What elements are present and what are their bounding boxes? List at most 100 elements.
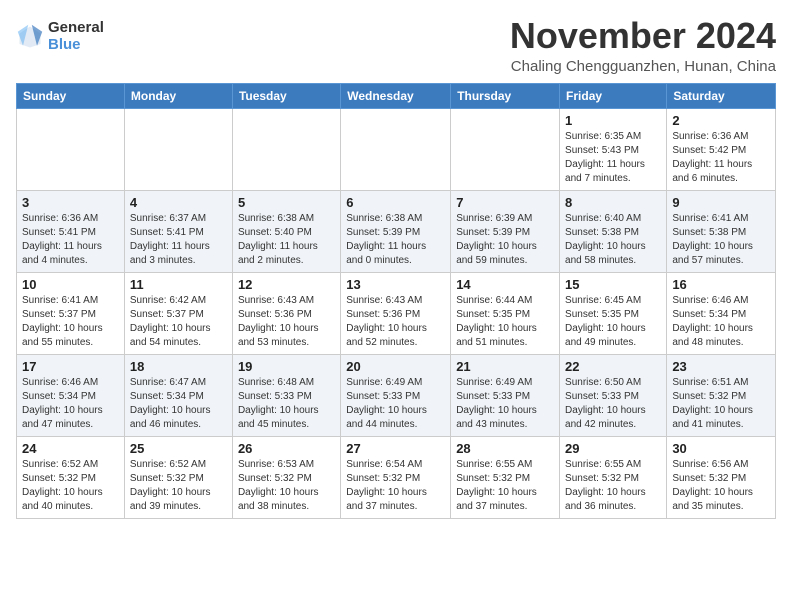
calendar-cell <box>17 108 125 190</box>
calendar-cell: 27 Sunrise: 6:54 AM Sunset: 5:32 PM Dayli… <box>341 436 451 518</box>
day-number: 12 <box>238 277 335 292</box>
day-info: Sunrise: 6:54 AM Sunset: 5:32 PM Dayligh… <box>346 458 445 514</box>
day-info: Sunrise: 6:39 AM Sunset: 5:39 PM Dayligh… <box>456 212 554 268</box>
calendar-cell: 17Sunrise: 6:46 AM Sunset: 5:34 PM Dayli… <box>17 354 125 436</box>
day-info: Sunrise: 6:52 AM Sunset: 5:32 PM Dayligh… <box>130 458 227 514</box>
location: Chaling Chengguanzhen, Hunan, China <box>510 58 776 75</box>
calendar-week: 10Sunrise: 6:41 AM Sunset: 5:37 PM Dayli… <box>17 272 776 354</box>
weekday-header: Sunday <box>17 83 125 108</box>
day-info: Sunrise: 6:36 AM Sunset: 5:41 PM Dayligh… <box>22 212 119 268</box>
day-number: 4 <box>130 195 227 210</box>
calendar: SundayMondayTuesdayWednesdayThursdayFrid… <box>16 83 776 519</box>
day-info: Sunrise: 6:44 AM Sunset: 5:35 PM Dayligh… <box>456 294 554 350</box>
calendar-cell: 26 Sunrise: 6:53 AM Sunset: 5:32 PM Dayli… <box>232 436 340 518</box>
day-info: Sunrise: 6:48 AM Sunset: 5:33 PM Dayligh… <box>238 376 335 432</box>
weekday-header: Tuesday <box>232 83 340 108</box>
calendar-cell: 1Sunrise: 6:35 AM Sunset: 5:43 PM Daylig… <box>560 108 667 190</box>
day-info: Sunrise: 6:49 AM Sunset: 5:33 PM Dayligh… <box>346 376 445 432</box>
day-info: Sunrise: 6:47 AM Sunset: 5:34 PM Dayligh… <box>130 376 227 432</box>
logo: General Blue <box>16 20 104 53</box>
day-number: 28 <box>456 441 554 456</box>
day-info: Sunrise: 6:52 AM Sunset: 5:32 PM Dayligh… <box>22 458 119 514</box>
day-info: Sunrise: 6:51 AM Sunset: 5:32 PM Dayligh… <box>672 376 770 432</box>
day-number: 29 <box>565 441 661 456</box>
calendar-cell: 29 Sunrise: 6:55 AM Sunset: 5:32 PM Dayli… <box>560 436 667 518</box>
day-info: Sunrise: 6:45 AM Sunset: 5:35 PM Dayligh… <box>565 294 661 350</box>
calendar-cell <box>124 108 232 190</box>
day-info: Sunrise: 6:40 AM Sunset: 5:38 PM Dayligh… <box>565 212 661 268</box>
calendar-cell: 20 Sunrise: 6:49 AM Sunset: 5:33 PM Dayli… <box>341 354 451 436</box>
day-number: 2 <box>672 113 770 128</box>
calendar-cell <box>232 108 340 190</box>
day-number: 20 <box>346 359 445 374</box>
page-header: General Blue November 2024 Chaling Cheng… <box>16 16 776 75</box>
day-number: 16 <box>672 277 770 292</box>
calendar-cell: 28 Sunrise: 6:55 AM Sunset: 5:32 PM Dayli… <box>451 436 560 518</box>
day-number: 13 <box>346 277 445 292</box>
calendar-cell: 7 Sunrise: 6:39 AM Sunset: 5:39 PM Daylig… <box>451 190 560 272</box>
logo-general: General <box>48 20 104 37</box>
day-number: 6 <box>346 195 445 210</box>
day-info: Sunrise: 6:55 AM Sunset: 5:32 PM Dayligh… <box>456 458 554 514</box>
calendar-cell: 24 Sunrise: 6:52 AM Sunset: 5:32 PM Dayli… <box>17 436 125 518</box>
day-number: 7 <box>456 195 554 210</box>
day-number: 18 <box>130 359 227 374</box>
calendar-cell: 8 Sunrise: 6:40 AM Sunset: 5:38 PM Daylig… <box>560 190 667 272</box>
calendar-cell: 19 Sunrise: 6:48 AM Sunset: 5:33 PM Dayli… <box>232 354 340 436</box>
day-number: 8 <box>565 195 661 210</box>
month-title: November 2024 <box>510 16 776 56</box>
weekday-header-row: SundayMondayTuesdayWednesdayThursdayFrid… <box>17 83 776 108</box>
calendar-cell <box>451 108 560 190</box>
calendar-cell: 2 Sunrise: 6:36 AM Sunset: 5:42 PM Daylig… <box>667 108 776 190</box>
logo-icon <box>16 23 44 51</box>
calendar-cell: 22 Sunrise: 6:50 AM Sunset: 5:33 PM Dayli… <box>560 354 667 436</box>
day-info: Sunrise: 6:49 AM Sunset: 5:33 PM Dayligh… <box>456 376 554 432</box>
day-number: 19 <box>238 359 335 374</box>
day-info: Sunrise: 6:53 AM Sunset: 5:32 PM Dayligh… <box>238 458 335 514</box>
weekday-header: Friday <box>560 83 667 108</box>
day-number: 14 <box>456 277 554 292</box>
day-number: 26 <box>238 441 335 456</box>
calendar-cell: 11Sunrise: 6:42 AM Sunset: 5:37 PM Dayli… <box>124 272 232 354</box>
day-number: 27 <box>346 441 445 456</box>
calendar-cell: 3 Sunrise: 6:36 AM Sunset: 5:41 PM Daylig… <box>17 190 125 272</box>
weekday-header: Saturday <box>667 83 776 108</box>
title-block: November 2024 Chaling Chengguanzhen, Hun… <box>510 16 776 75</box>
weekday-header: Thursday <box>451 83 560 108</box>
weekday-header: Monday <box>124 83 232 108</box>
day-number: 23 <box>672 359 770 374</box>
calendar-week: 17Sunrise: 6:46 AM Sunset: 5:34 PM Dayli… <box>17 354 776 436</box>
calendar-week: 1Sunrise: 6:35 AM Sunset: 5:43 PM Daylig… <box>17 108 776 190</box>
calendar-cell: 9 Sunrise: 6:41 AM Sunset: 5:38 PM Daylig… <box>667 190 776 272</box>
day-info: Sunrise: 6:46 AM Sunset: 5:34 PM Dayligh… <box>672 294 770 350</box>
day-info: Sunrise: 6:50 AM Sunset: 5:33 PM Dayligh… <box>565 376 661 432</box>
day-info: Sunrise: 6:41 AM Sunset: 5:38 PM Dayligh… <box>672 212 770 268</box>
calendar-cell: 25 Sunrise: 6:52 AM Sunset: 5:32 PM Dayli… <box>124 436 232 518</box>
day-number: 9 <box>672 195 770 210</box>
calendar-cell: 12Sunrise: 6:43 AM Sunset: 5:36 PM Dayli… <box>232 272 340 354</box>
day-number: 10 <box>22 277 119 292</box>
calendar-cell: 10Sunrise: 6:41 AM Sunset: 5:37 PM Dayli… <box>17 272 125 354</box>
day-number: 24 <box>22 441 119 456</box>
logo-blue: Blue <box>48 37 104 54</box>
calendar-cell: 18 Sunrise: 6:47 AM Sunset: 5:34 PM Dayli… <box>124 354 232 436</box>
day-number: 22 <box>565 359 661 374</box>
calendar-cell: 23 Sunrise: 6:51 AM Sunset: 5:32 PM Dayli… <box>667 354 776 436</box>
calendar-cell: 30 Sunrise: 6:56 AM Sunset: 5:32 PM Dayli… <box>667 436 776 518</box>
day-number: 15 <box>565 277 661 292</box>
calendar-cell: 15 Sunrise: 6:45 AM Sunset: 5:35 PM Dayli… <box>560 272 667 354</box>
calendar-cell: 14 Sunrise: 6:44 AM Sunset: 5:35 PM Dayli… <box>451 272 560 354</box>
logo-text: General Blue <box>48 20 104 53</box>
calendar-cell: 16 Sunrise: 6:46 AM Sunset: 5:34 PM Dayli… <box>667 272 776 354</box>
day-info: Sunrise: 6:38 AM Sunset: 5:39 PM Dayligh… <box>346 212 445 268</box>
day-info: Sunrise: 6:55 AM Sunset: 5:32 PM Dayligh… <box>565 458 661 514</box>
day-number: 3 <box>22 195 119 210</box>
day-number: 17 <box>22 359 119 374</box>
day-info: Sunrise: 6:37 AM Sunset: 5:41 PM Dayligh… <box>130 212 227 268</box>
day-info: Sunrise: 6:56 AM Sunset: 5:32 PM Dayligh… <box>672 458 770 514</box>
day-number: 25 <box>130 441 227 456</box>
day-info: Sunrise: 6:43 AM Sunset: 5:36 PM Dayligh… <box>346 294 445 350</box>
day-info: Sunrise: 6:35 AM Sunset: 5:43 PM Dayligh… <box>565 130 661 186</box>
day-number: 30 <box>672 441 770 456</box>
day-info: Sunrise: 6:36 AM Sunset: 5:42 PM Dayligh… <box>672 130 770 186</box>
